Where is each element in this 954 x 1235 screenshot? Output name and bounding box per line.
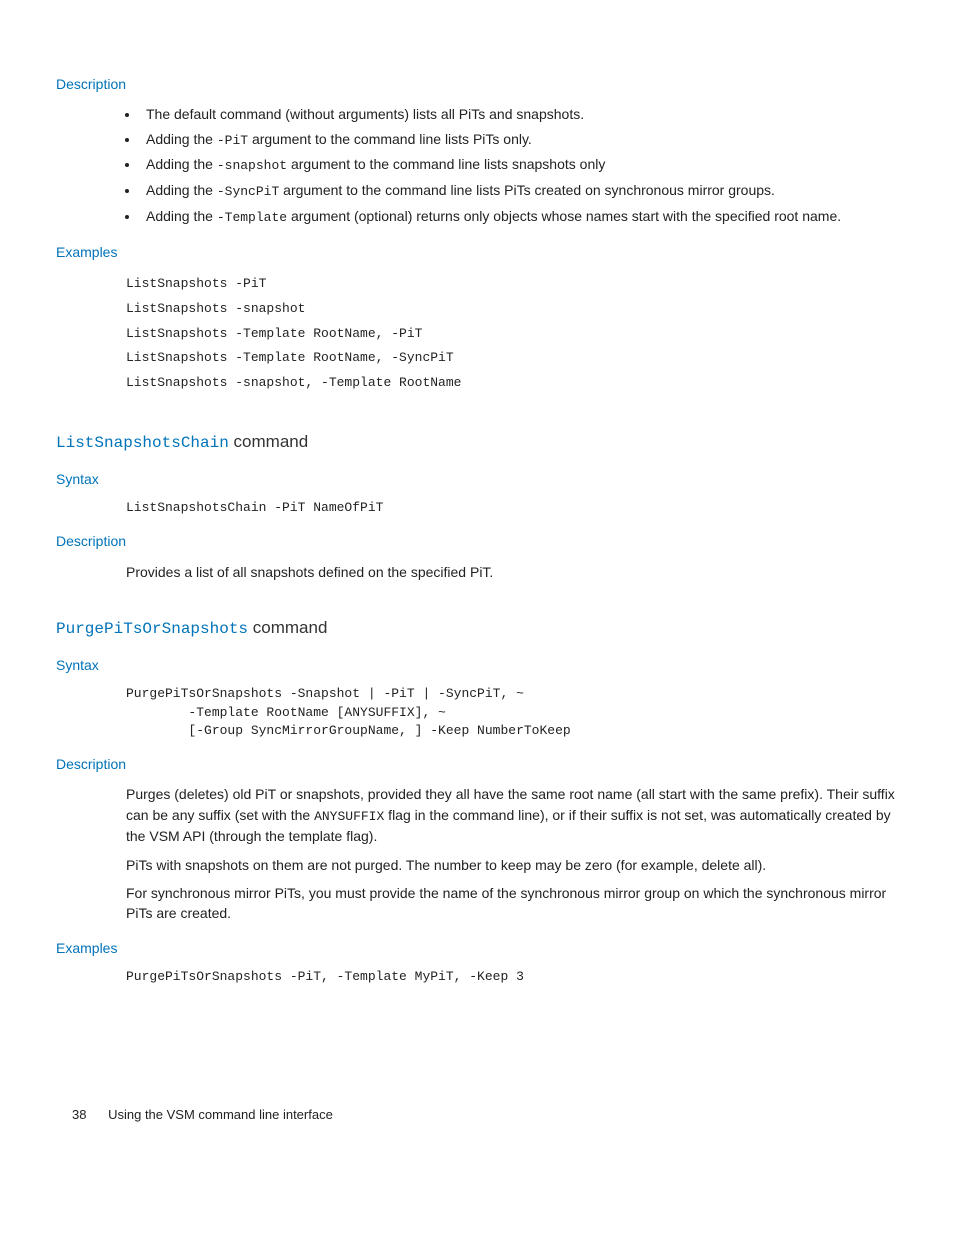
example-code-block: ListSnapshots -PiT ListSnapshots -snapsh…	[126, 272, 898, 395]
description-paragraph: PiTs with snapshots on them are not purg…	[126, 855, 898, 875]
example-code-block: PurgePiTsOrSnapshots -PiT, -Template MyP…	[126, 968, 898, 986]
heading-code: ListSnapshotsChain	[56, 434, 229, 452]
inline-code: -Template	[217, 210, 287, 225]
heading-word: command	[248, 618, 327, 637]
examples-heading: Examples	[56, 938, 898, 958]
list-text: argument to the command line lists snaps…	[287, 156, 605, 172]
list-item: Adding the -Template argument (optional)…	[140, 206, 898, 228]
heading-word: command	[229, 432, 308, 451]
description-paragraph: Purges (deletes) old PiT or snapshots, p…	[126, 784, 898, 846]
inline-code: ANYSUFFIX	[314, 809, 384, 824]
description-paragraph: For synchronous mirror PiTs, you must pr…	[126, 883, 898, 924]
list-text: The default command (without arguments) …	[146, 106, 584, 122]
page-footer: 38 Using the VSM command line interface	[56, 1106, 898, 1125]
list-text: Adding the	[146, 208, 217, 224]
list-text: argument to the command line lists PiTs …	[279, 182, 775, 198]
page-number: 38	[72, 1106, 86, 1125]
description-list: The default command (without arguments) …	[56, 104, 898, 228]
list-text: argument (optional) returns only objects…	[287, 208, 841, 224]
list-item: Adding the -PiT argument to the command …	[140, 129, 898, 151]
inline-code: -snapshot	[217, 158, 287, 173]
inline-code: -PiT	[217, 133, 248, 148]
list-item: Adding the -SyncPiT argument to the comm…	[140, 180, 898, 202]
examples-heading: Examples	[56, 242, 898, 262]
list-item: The default command (without arguments) …	[140, 104, 898, 124]
description-body: Provides a list of all snapshots defined…	[126, 562, 898, 582]
description-heading: Description	[56, 531, 898, 551]
heading-code: PurgePiTsOrSnapshots	[56, 620, 248, 638]
description-heading: Description	[56, 754, 898, 774]
syntax-heading: Syntax	[56, 655, 898, 675]
list-text: argument to the command line lists PiTs …	[248, 131, 532, 147]
section-heading-purgepitsorsnapshots: PurgePiTsOrSnapshots command	[56, 616, 898, 641]
inline-code: -SyncPiT	[217, 184, 279, 199]
footer-text: Using the VSM command line interface	[108, 1107, 333, 1122]
syntax-heading: Syntax	[56, 469, 898, 489]
section-heading-listsnapshotschain: ListSnapshotsChain command	[56, 430, 898, 455]
list-item: Adding the -snapshot argument to the com…	[140, 154, 898, 176]
list-text: Adding the	[146, 131, 217, 147]
list-text: Adding the	[146, 182, 217, 198]
list-text: Adding the	[146, 156, 217, 172]
syntax-code-block: ListSnapshotsChain -PiT NameOfPiT	[126, 499, 898, 517]
syntax-code-block: PurgePiTsOrSnapshots -Snapshot | -PiT | …	[126, 685, 898, 740]
description-heading: Description	[56, 74, 898, 94]
